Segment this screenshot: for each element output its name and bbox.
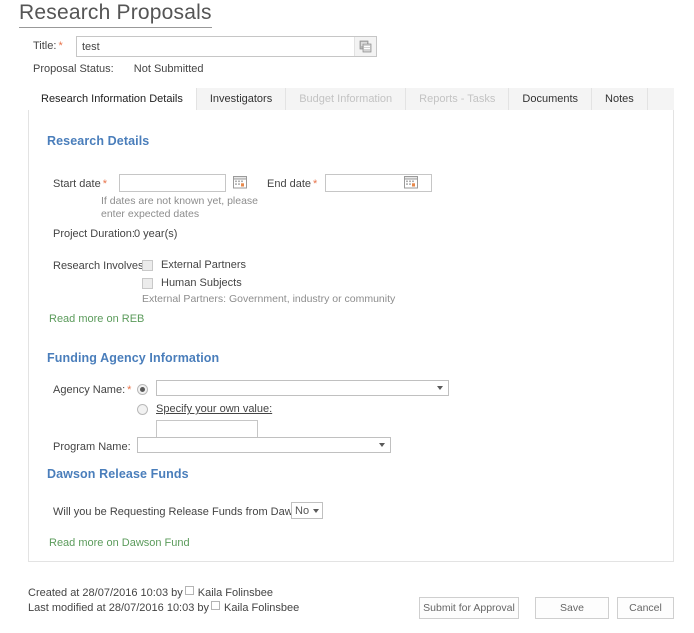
- save-button[interactable]: Save: [535, 597, 609, 619]
- tab-strip: Research Information Details Investigato…: [28, 88, 674, 111]
- proposal-status-row: Proposal Status: Not Submitted: [33, 63, 203, 75]
- own-value-input[interactable]: [157, 421, 257, 437]
- tab-research-information-details[interactable]: Research Information Details: [28, 88, 197, 111]
- chevron-down-icon-dawson: [313, 509, 319, 513]
- checkbox-human-subjects-label[interactable]: Human Subjects: [161, 277, 242, 289]
- proposal-status-label: Proposal Status:: [33, 63, 114, 75]
- research-involves-note: External Partners: Government, industry …: [142, 293, 396, 305]
- created-user: Kaila Folinsbee: [197, 587, 273, 599]
- title-input[interactable]: [77, 37, 349, 56]
- start-date-label-text: Start date: [53, 178, 101, 190]
- date-helper-line-2: enter expected dates: [101, 208, 200, 220]
- specify-own-value-label[interactable]: Specify your own value:: [156, 403, 272, 415]
- dawson-question-label: Will you be Requesting Release Funds fro…: [53, 506, 317, 518]
- checkbox-external-partners-label[interactable]: External Partners: [161, 259, 246, 271]
- agency-name-dropdown[interactable]: [156, 380, 449, 396]
- start-date-required-star: *: [102, 178, 107, 190]
- tab-documents[interactable]: Documents: [509, 88, 593, 111]
- project-duration-value: 0 year(s): [134, 228, 178, 240]
- page-title: Research Proposals: [19, 1, 212, 28]
- people-picker-icon[interactable]: [354, 37, 376, 56]
- checkbox-human-subjects[interactable]: [142, 278, 153, 289]
- end-date-label-text: End date: [267, 178, 312, 190]
- cancel-button[interactable]: Cancel: [617, 597, 674, 619]
- title-field-row: Title: *: [0, 36, 694, 58]
- calendar-icon-start-date[interactable]: [232, 174, 248, 190]
- tab-reports-tasks: Reports - Tasks: [406, 88, 510, 111]
- section-heading-funding-agency-information: Funding Agency Information: [47, 351, 220, 365]
- date-helper-line-1: If dates are not known yet, please: [101, 195, 259, 207]
- research-involves-label: Research Involves:: [53, 260, 147, 272]
- program-name-label: Program Name:: [53, 441, 131, 453]
- read-more-on-reb-link[interactable]: Read more on REB: [49, 313, 144, 325]
- agency-name-required-star: *: [127, 384, 132, 396]
- submit-for-approval-button[interactable]: Submit for Approval: [419, 597, 519, 619]
- section-heading-research-details: Research Details: [47, 134, 150, 148]
- footer-metadata: Created at 28/07/2016 10:03 by Kaila Foli…: [28, 586, 299, 616]
- modified-user: Kaila Folinsbee: [224, 602, 300, 614]
- created-line: Created at 28/07/2016 10:03 by Kaila Foli…: [28, 586, 299, 601]
- proposal-status-value: Not Submitted: [133, 63, 204, 75]
- calendar-icon-end-date[interactable]: [403, 174, 419, 190]
- footer-button-bar: Submit for Approval Save Cancel: [419, 597, 674, 620]
- dawson-answer-value: No: [295, 505, 310, 517]
- own-value-input-wrapper: [156, 420, 258, 438]
- end-date-label: End date *: [267, 178, 317, 190]
- chevron-down-icon-program: [379, 443, 385, 447]
- start-date-input[interactable]: [120, 175, 225, 191]
- start-date-label: Start date *: [53, 178, 107, 190]
- start-date-input-wrapper: [119, 174, 226, 192]
- presence-indicator-icon-created: [184, 586, 194, 595]
- program-name-dropdown[interactable]: [137, 437, 391, 453]
- modified-text: Last modified at 28/07/2016 10:03 by: [28, 602, 210, 614]
- title-input-wrapper: [76, 36, 377, 57]
- radio-agency-from-list[interactable]: [137, 384, 148, 395]
- chevron-down-icon-agency: [437, 386, 443, 390]
- read-more-on-dawson-fund-link[interactable]: Read more on Dawson Fund: [49, 537, 190, 549]
- section-heading-dawson-release-funds: Dawson Release Funds: [47, 467, 189, 481]
- created-text: Created at 28/07/2016 10:03 by: [28, 587, 183, 599]
- radio-specify-own-value[interactable]: [137, 404, 148, 415]
- research-information-details-panel: Research Details Start date* End date*: [28, 110, 674, 562]
- dawson-answer-dropdown[interactable]: No: [291, 502, 323, 519]
- tab-investigators[interactable]: Investigators: [197, 88, 287, 111]
- agency-name-label: Agency Name: *: [53, 384, 131, 396]
- checkbox-external-partners[interactable]: [142, 260, 153, 271]
- modified-line: Last modified at 28/07/2016 10:03 by Kail…: [28, 601, 299, 616]
- title-label: Title: *: [33, 40, 63, 52]
- tab-notes[interactable]: Notes: [592, 88, 648, 111]
- end-date-required-star: *: [313, 178, 318, 190]
- project-duration-label: Project Duration:: [53, 228, 135, 240]
- tab-budget-information: Budget Information: [286, 88, 407, 111]
- title-required-star: *: [58, 40, 63, 52]
- title-label-text: Title:: [33, 40, 57, 52]
- presence-indicator-icon-modified: [211, 601, 221, 610]
- agency-name-label-text: Agency Name:: [53, 384, 126, 396]
